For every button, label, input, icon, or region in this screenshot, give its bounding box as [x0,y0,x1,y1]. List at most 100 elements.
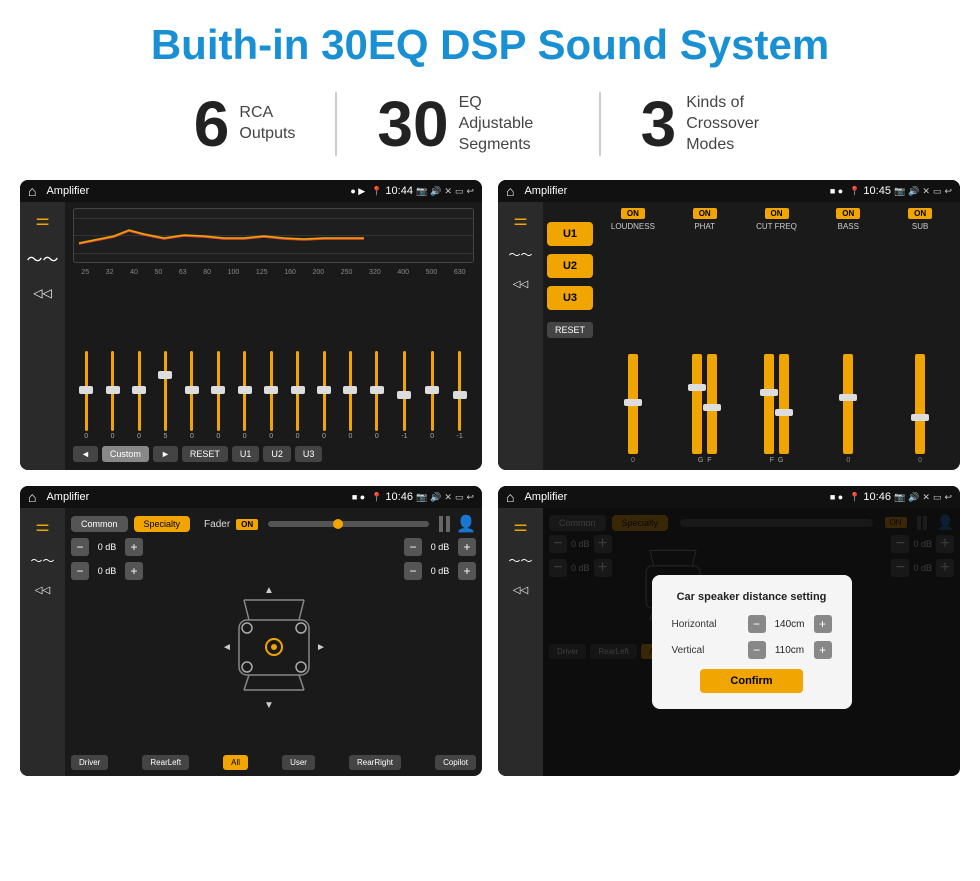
cutfreq-track-f[interactable] [764,354,774,454]
sp-person-icon[interactable]: 👤 [456,514,476,534]
sp-fader-track[interactable] [268,521,429,527]
slider-thumb-12[interactable] [370,386,384,394]
sp-speaker-icon[interactable]: ◁◁ [35,585,50,596]
slider-thumb-3[interactable] [132,386,146,394]
eq-filter-icon[interactable]: ⚌ [35,210,49,230]
eq-play-btn[interactable]: ► [153,446,178,462]
modal-horizontal-label: Horizontal [672,619,717,630]
bass-track[interactable] [843,354,853,454]
back-icon-1[interactable]: ↩ [466,186,474,197]
sp-minus-1[interactable]: − [71,538,89,556]
eq-custom-btn[interactable]: Custom [102,446,149,462]
dist-filter-icon[interactable]: ⚌ [513,516,527,536]
modal-horizontal-plus[interactable]: + [814,615,832,633]
sp-rearleft-btn[interactable]: RearLeft [142,755,189,770]
back-icon-3[interactable]: ↩ [466,492,474,503]
eq-u1-btn[interactable]: U1 [232,446,260,462]
sp-minus-3[interactable]: − [404,538,422,556]
slider-thumb-8[interactable] [264,386,278,394]
crossover-reset-btn[interactable]: RESET [547,322,593,338]
sp-plus-4[interactable]: + [458,562,476,580]
sp-plus-3[interactable]: + [458,538,476,556]
slider-thumb-7[interactable] [238,386,252,394]
slider-track-12[interactable] [375,351,378,431]
slider-track-10[interactable] [323,351,326,431]
home-icon-4[interactable]: ⌂ [506,489,514,505]
sp-driver-btn[interactable]: Driver [71,755,108,770]
cutfreq-thumb-f[interactable] [760,389,778,396]
slider-track-9[interactable] [296,351,299,431]
cutfreq-thumb-g[interactable] [775,409,793,416]
slider-track-4[interactable] [164,351,167,431]
sp-copilot-btn[interactable]: Copilot [435,755,476,770]
back-icon-2[interactable]: ↩ [944,186,952,197]
slider-track-13[interactable] [403,351,406,431]
eq-u3-btn[interactable]: U3 [295,446,323,462]
sp-user-btn[interactable]: User [282,755,315,770]
u2-btn[interactable]: U2 [547,254,593,278]
slider-thumb-4[interactable] [158,371,172,379]
slider-thumb-5[interactable] [185,386,199,394]
eq-wave-icon[interactable]: 〜〜 [26,246,58,270]
slider-thumb-14[interactable] [425,386,439,394]
crossover-filter-icon[interactable]: ⚌ [513,210,527,230]
slider-thumb-2[interactable] [106,386,120,394]
slider-track-15[interactable] [458,351,461,431]
sp-minus-4[interactable]: − [404,562,422,580]
dist-speaker-icon[interactable]: ◁◁ [513,585,528,596]
bass-thumb[interactable] [839,394,857,401]
slider-track-14[interactable] [431,351,434,431]
slider-thumb-9[interactable] [291,386,305,394]
sub-track[interactable] [915,354,925,454]
slider-track-5[interactable] [190,351,193,431]
modal-horizontal-minus[interactable]: − [748,615,766,633]
eq-u2-btn[interactable]: U2 [263,446,291,462]
u3-btn[interactable]: U3 [547,286,593,310]
slider-track-2[interactable] [111,351,114,431]
eq-prev-btn[interactable]: ◄ [73,446,98,462]
slider-track-8[interactable] [270,351,273,431]
slider-track-1[interactable] [85,351,88,431]
sp-all-btn[interactable]: All [223,755,248,770]
home-icon-2[interactable]: ⌂ [506,183,514,199]
crossover-speaker-icon[interactable]: ◁◁ [513,279,528,290]
back-icon-4[interactable]: ↩ [944,492,952,503]
sp-wave-icon[interactable]: 〜〜 [30,552,54,569]
phat-track-g[interactable] [692,354,702,454]
sp-filter-icon[interactable]: ⚌ [35,516,49,536]
u1-btn[interactable]: U1 [547,222,593,246]
crossover-wave-icon[interactable]: 〜〜 [508,246,532,263]
eq-speaker-icon[interactable]: ◁◁ [33,286,51,300]
slider-track-3[interactable] [138,351,141,431]
modal-confirm-button[interactable]: Confirm [700,669,802,693]
cutfreq-track-g[interactable] [779,354,789,454]
sp-common-tab[interactable]: Common [71,516,128,532]
slider-track-7[interactable] [243,351,246,431]
sp-fader-knob[interactable] [333,519,343,529]
phat-thumb-g[interactable] [688,384,706,391]
loudness-thumb[interactable] [624,399,642,406]
modal-vertical-plus[interactable]: + [814,641,832,659]
loudness-track[interactable] [628,354,638,454]
home-icon-1[interactable]: ⌂ [28,183,36,199]
slider-thumb-6[interactable] [211,386,225,394]
slider-track-6[interactable] [217,351,220,431]
dist-wave-icon[interactable]: 〜〜 [508,552,532,569]
modal-vertical-minus[interactable]: − [748,641,766,659]
phat-track-f[interactable] [707,354,717,454]
slider-thumb-10[interactable] [317,386,331,394]
slider-thumb-1[interactable] [79,386,93,394]
sp-specialty-tab[interactable]: Specialty [134,516,191,532]
sub-thumb[interactable] [911,414,929,421]
slider-thumb-13[interactable] [397,391,411,399]
slider-thumb-15[interactable] [453,391,467,399]
sp-plus-1[interactable]: + [125,538,143,556]
eq-reset-btn[interactable]: RESET [182,446,228,462]
home-icon-3[interactable]: ⌂ [28,489,36,505]
slider-thumb-11[interactable] [343,386,357,394]
sp-minus-2[interactable]: − [71,562,89,580]
slider-track-11[interactable] [349,351,352,431]
phat-thumb-f[interactable] [703,404,721,411]
sp-rearright-btn[interactable]: RearRight [349,755,401,770]
sp-plus-2[interactable]: + [125,562,143,580]
